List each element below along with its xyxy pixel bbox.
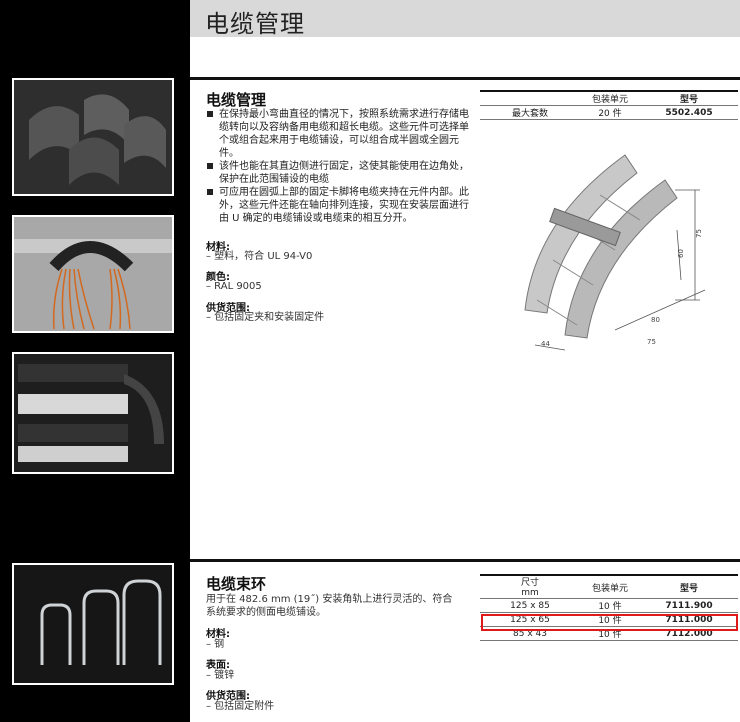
dim-label: 80 <box>651 316 660 324</box>
color-value: – RAL 9005 <box>206 281 262 292</box>
table-row: 125 x 85 10 件 7111.900 <box>480 598 738 613</box>
feature-item: 可应用在圆弧上部的固定卡脚将电缆夹持在元件内部。此外，这些元件还能在轴向排列连接… <box>206 186 471 225</box>
supply-value: – 包括固定附件 <box>206 701 275 712</box>
supply-value: – 包括固定夹和安装固定件 <box>206 312 325 323</box>
table-cell: 最大套数 <box>480 105 580 120</box>
table-cell: 7111.900 <box>640 598 738 613</box>
section-divider <box>190 77 740 80</box>
page-title: 电缆管理 <box>205 10 305 38</box>
table-header-unit: mm <box>521 588 539 598</box>
table-cell: 20 件 <box>580 105 640 120</box>
table-row: 最大套数 20 件 5502.405 <box>480 105 738 120</box>
dim-label: 60 <box>677 249 685 258</box>
table-header: 型号 <box>640 575 738 599</box>
table-cell: 10 件 <box>580 598 640 613</box>
section-title-cable-management: 电缆管理 <box>206 91 267 109</box>
table-cell: 5502.405 <box>640 105 738 120</box>
dim-label: 75 <box>647 338 656 346</box>
product-photo-cable-guides <box>12 78 174 196</box>
product-photo-cable-loops <box>12 563 174 685</box>
section-divider <box>190 559 740 562</box>
table-header: 尺寸 <box>520 578 539 588</box>
table-cell: 125 x 85 <box>480 598 580 613</box>
table-header: 包装单元 <box>580 91 640 106</box>
technical-drawing: 75 60 80 75 44 <box>524 154 706 351</box>
section-title-cable-loops: 电缆束环 <box>206 575 267 593</box>
highlight-box <box>481 614 738 631</box>
dim-label: 75 <box>695 229 703 238</box>
table-header: 包装单元 <box>580 575 640 599</box>
feature-list: 在保持最小弯曲直径的情况下，按照系统需求进行存储电缆转向以及容纳备用电缆和超长电… <box>206 108 471 225</box>
dim-label: 44 <box>541 340 550 348</box>
surface-value: – 镀锌 <box>206 670 235 681</box>
material-value: – 塑料，符合 UL 94-V0 <box>206 251 313 262</box>
product-photo-cable-on-rail <box>12 215 174 333</box>
product-photo-rack-installation <box>12 352 174 474</box>
table-header-size: 尺寸 mm <box>480 575 580 599</box>
description: 用于在 482.6 mm (19˝) 安装角轨上进行灵活的、符合系统要求的侧面电… <box>206 594 453 618</box>
feature-item: 该件也能在其直边侧进行固定，这使其能使用在边角处，保护在此范围铺设的电缆 <box>206 160 471 186</box>
table-header <box>480 91 580 106</box>
material-value: – 钢 <box>206 639 225 650</box>
spec-table-cable-management: 包装单元 型号 最大套数 20 件 5502.405 <box>480 90 738 120</box>
table-header: 型号 <box>640 91 738 106</box>
feature-item: 在保持最小弯曲直径的情况下，按照系统需求进行存储电缆转向以及容纳备用电缆和超长电… <box>206 108 471 160</box>
